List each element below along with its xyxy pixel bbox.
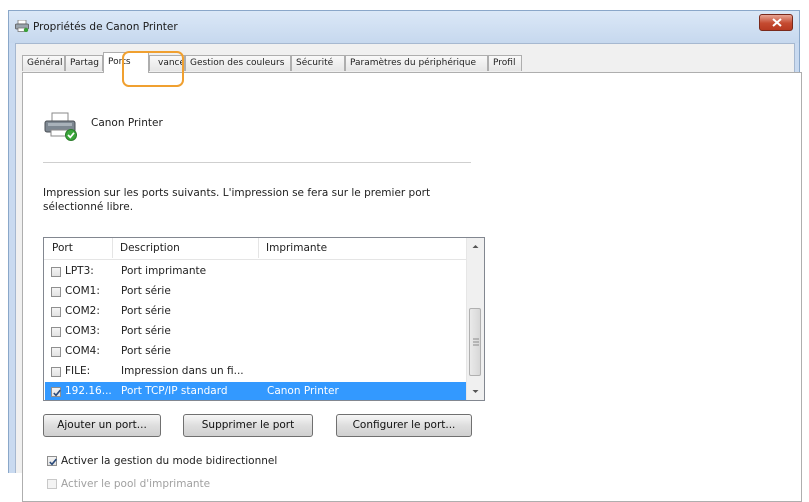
- column-divider[interactable]: [258, 238, 259, 258]
- properties-window: Propriétés de Canon Printer Général Part…: [8, 10, 802, 502]
- port-checkbox[interactable]: [51, 367, 61, 377]
- scroll-up-button[interactable]: [467, 238, 484, 255]
- port-checkbox[interactable]: [51, 327, 61, 337]
- port-description: Port série: [121, 285, 171, 297]
- printer-icon: [15, 20, 29, 32]
- grip-icon: [473, 338, 479, 346]
- port-checkbox[interactable]: [51, 307, 61, 317]
- tab-sharing[interactable]: Partag: [65, 55, 103, 71]
- ports-panel: Canon Printer Impression sur les ports s…: [22, 72, 802, 502]
- column-port[interactable]: Port: [52, 242, 73, 254]
- pooling-checkbox: [47, 479, 57, 489]
- arrow-down-icon: [472, 390, 479, 393]
- scroll-thumb[interactable]: [469, 308, 481, 376]
- port-name: FILE:: [65, 365, 91, 377]
- close-button[interactable]: [759, 14, 793, 31]
- list-item[interactable]: FILE: Impression dans un fi...: [45, 362, 468, 382]
- port-description: Port imprimante: [121, 265, 207, 277]
- port-description: Port série: [121, 305, 171, 317]
- window-title: Propriétés de Canon Printer: [33, 21, 178, 33]
- title-bar[interactable]: Propriétés de Canon Printer: [9, 11, 799, 43]
- separator: [43, 162, 471, 163]
- ports-tab-highlight: [122, 51, 184, 87]
- list-header: Port Description Imprimante: [44, 238, 468, 260]
- port-checkbox[interactable]: [51, 287, 61, 297]
- column-divider[interactable]: [112, 238, 113, 258]
- printer-icon: [44, 112, 77, 141]
- list-item[interactable]: COM2: Port série: [45, 302, 468, 322]
- port-name: COM2:: [65, 305, 100, 317]
- delete-port-button[interactable]: Supprimer le port: [183, 414, 313, 437]
- checkmark-icon: [53, 389, 61, 397]
- column-printer[interactable]: Imprimante: [266, 242, 327, 254]
- column-description[interactable]: Description: [120, 242, 180, 254]
- close-icon: [772, 18, 782, 27]
- dialog-client: Général Partag Ports vancé Gestion des c…: [15, 43, 802, 502]
- port-description: Port série: [121, 345, 171, 357]
- printer-name: Canon Printer: [91, 117, 163, 129]
- checkmark-icon: [49, 458, 57, 466]
- configure-port-button[interactable]: Configurer le port...: [336, 414, 472, 437]
- port-description: Impression dans un fi...: [121, 365, 244, 377]
- port-description: Port TCP/IP standard: [121, 385, 228, 397]
- list-item[interactable]: COM3: Port série: [45, 322, 468, 342]
- port-name: COM3:: [65, 325, 100, 337]
- pooling-label: Activer le pool d'imprimante: [61, 478, 211, 490]
- port-name: COM1:: [65, 285, 100, 297]
- list-item[interactable]: COM4: Port série: [45, 342, 468, 362]
- port-printer: Canon Printer: [267, 385, 339, 397]
- port-checkbox[interactable]: [51, 347, 61, 357]
- tab-device-settings[interactable]: Paramètres du périphérique: [345, 55, 488, 71]
- tab-general[interactable]: Général: [22, 55, 65, 71]
- ports-description: Impression sur les ports suivants. L'imp…: [43, 187, 431, 213]
- list-item[interactable]: COM1: Port série: [45, 282, 468, 302]
- ports-list[interactable]: Port Description Imprimante LPT3: Port i…: [43, 237, 485, 401]
- port-name: 192.16...: [65, 385, 112, 397]
- tab-profile[interactable]: Profil: [488, 55, 522, 71]
- list-item-selected[interactable]: 192.16... Port TCP/IP standard Canon Pri…: [45, 382, 468, 400]
- scroll-down-button[interactable]: [467, 383, 484, 400]
- list-item[interactable]: LPT3: Port imprimante: [45, 262, 468, 282]
- tab-security[interactable]: Sécurité: [291, 55, 345, 71]
- bidirectional-checkbox[interactable]: [47, 456, 57, 466]
- port-name: LPT3:: [65, 265, 94, 277]
- port-checkbox[interactable]: [51, 267, 61, 277]
- port-description: Port série: [121, 325, 171, 337]
- vertical-scrollbar[interactable]: [466, 238, 484, 400]
- tab-color-management[interactable]: Gestion des couleurs: [185, 55, 291, 71]
- bidirectional-label[interactable]: Activer la gestion du mode bidirectionne…: [61, 455, 277, 467]
- add-port-button[interactable]: Ajouter un port...: [43, 414, 161, 437]
- arrow-up-icon: [472, 245, 479, 248]
- port-checkbox[interactable]: [51, 387, 61, 397]
- port-name: COM4:: [65, 345, 100, 357]
